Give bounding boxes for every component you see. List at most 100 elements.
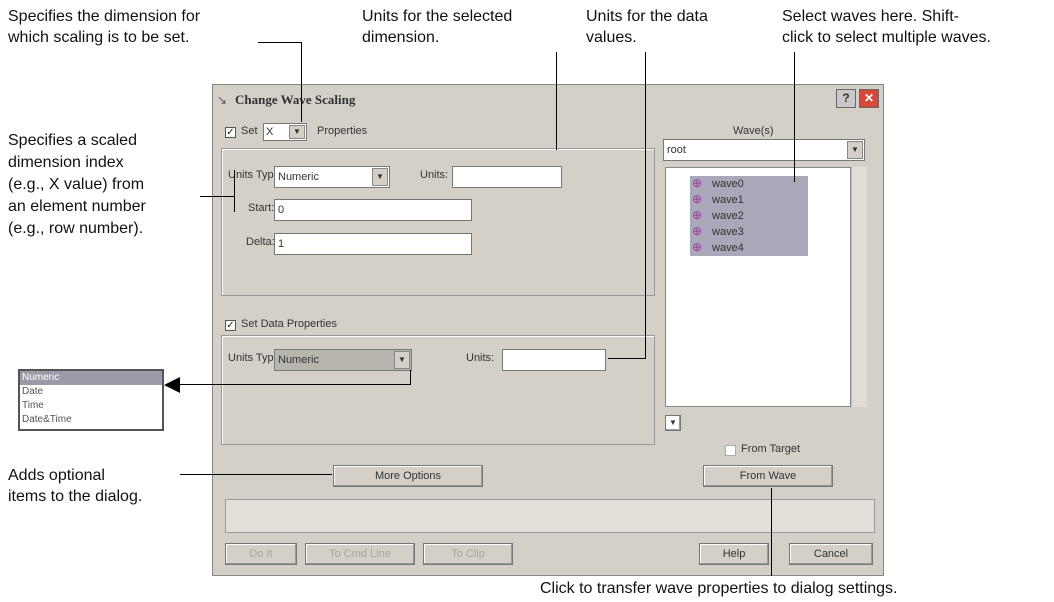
units-type-popup[interactable]: Numeric Date Time Date&Time: [18, 369, 164, 431]
data-group: Units Type: Numeric ▼ Units:: [221, 335, 655, 445]
do-it-button[interactable]: Do It: [225, 543, 297, 565]
command-line-display: [225, 499, 875, 533]
wave-name: wave2: [712, 210, 744, 222]
dimension-value: X: [266, 126, 274, 138]
dim-units-input[interactable]: [452, 166, 562, 188]
data-units-type-select[interactable]: Numeric ▼: [274, 349, 412, 371]
wave-name: wave0: [712, 178, 744, 190]
leader-line: [608, 358, 646, 359]
from-wave-button[interactable]: From Wave: [703, 465, 833, 487]
leader-line: [258, 42, 302, 43]
wave-list-scrollbar[interactable]: [851, 167, 867, 407]
chevron-down-icon[interactable]: ▼: [665, 415, 681, 431]
annotation-line: Specifies a scaled: [8, 132, 137, 149]
annotation-line: Select waves here. Shift-: [782, 8, 959, 25]
set-label: Set: [241, 125, 258, 137]
chevron-down-icon: ▼: [847, 141, 863, 159]
wave-list[interactable]: ⊕ wave0 ⊕ wave1 ⊕ wave2 ⊕ wave3 ⊕ wave4: [665, 167, 851, 407]
annotation-dimension: Specifies the dimension for which scalin…: [8, 6, 200, 48]
units-label: Units:: [420, 169, 449, 181]
annotation-line: Units for the data: [586, 8, 708, 25]
annotation-line: which scaling is to be set.: [8, 29, 190, 46]
annotation-adds-options: Adds optional items to the dialog.: [8, 465, 142, 507]
leader-line: [771, 488, 772, 576]
units-type-value: Numeric: [278, 171, 319, 183]
annotation-line: dimension index: [8, 154, 124, 171]
list-item[interactable]: ⊕ wave3: [690, 224, 808, 240]
leader-line: [556, 52, 557, 150]
app-icon: ↘: [217, 93, 228, 107]
set-dim-checkbox[interactable]: ✓: [225, 127, 236, 138]
popup-option[interactable]: Numeric: [20, 371, 162, 385]
wave-icon: ⊕: [692, 240, 703, 254]
popup-option[interactable]: Time: [20, 399, 162, 413]
to-cmd-line-button[interactable]: To Cmd Line: [305, 543, 415, 565]
close-icon[interactable]: ✕: [859, 89, 879, 108]
annotation-line: Units for the selected: [362, 8, 513, 25]
annotation-line: values.: [586, 29, 637, 46]
help-icon[interactable]: ?: [836, 89, 856, 108]
help-button[interactable]: Help: [699, 543, 769, 565]
dimension-select[interactable]: X ▼: [263, 123, 307, 141]
from-target-checkbox[interactable]: [725, 445, 736, 456]
list-item[interactable]: ⊕ wave0: [690, 176, 808, 192]
units-type-select[interactable]: Numeric ▼: [274, 166, 390, 188]
dimension-group: Units Type: Numeric ▼ Units: Start: 0 De…: [221, 148, 655, 296]
wave-icon: ⊕: [692, 208, 703, 222]
leader-line: [234, 170, 235, 212]
dialog-title: Change Wave Scaling: [235, 92, 356, 107]
leader-line: [200, 196, 234, 197]
to-clip-button[interactable]: To Clip: [423, 543, 513, 565]
list-item[interactable]: ⊕ wave2: [690, 208, 808, 224]
leader-line: [410, 370, 411, 385]
chevron-down-icon: ▼: [394, 351, 410, 369]
more-options-button[interactable]: More Options: [333, 465, 483, 487]
annotation-transfer: Click to transfer wave properties to dia…: [540, 580, 898, 597]
from-target-label: From Target: [741, 443, 801, 455]
annotation-line: click to select multiple waves.: [782, 29, 991, 46]
annotation-scaled-index: Specifies a scaled dimension index (e.g.…: [8, 130, 146, 240]
annotation-line: dimension.: [362, 29, 440, 46]
change-wave-scaling-dialog: ↘ Change Wave Scaling ? ✕ ✓ Set X ▼ Prop…: [212, 84, 884, 576]
delta-label: Delta:: [246, 236, 275, 248]
set-data-checkbox[interactable]: ✓: [225, 320, 236, 331]
chevron-down-icon: ▼: [289, 125, 305, 139]
popup-option[interactable]: Date&Time: [20, 413, 162, 427]
wave-icon: ⊕: [692, 224, 703, 238]
data-units-type-value: Numeric: [278, 354, 319, 366]
chevron-down-icon: ▼: [372, 168, 388, 186]
data-units-label: Units:: [466, 352, 495, 364]
waves-label: Wave(s): [733, 125, 774, 137]
leader-line: [301, 42, 302, 122]
start-label: Start:: [248, 202, 275, 214]
annotation-line: Specifies the dimension for: [8, 8, 201, 25]
leader-line: [794, 52, 795, 182]
annotation-line: items to the dialog.: [8, 488, 143, 505]
annotation-line: Adds optional: [8, 467, 105, 484]
annotation-line: an element number: [8, 198, 146, 215]
folder-select[interactable]: root ▼: [663, 139, 865, 161]
leader-line: [178, 384, 411, 385]
annotation-select-waves: Select waves here. Shift- click to selec…: [782, 6, 991, 48]
delta-input[interactable]: 1: [274, 233, 472, 255]
list-item[interactable]: ⊕ wave1: [690, 192, 808, 208]
data-units-input[interactable]: [502, 349, 606, 371]
wave-name: wave3: [712, 226, 744, 238]
leader-line: [645, 52, 646, 358]
leader-line: [180, 474, 332, 475]
wave-name: wave1: [712, 194, 744, 206]
annotation-line: (e.g., row number).: [8, 220, 144, 237]
folder-value: root: [667, 144, 686, 156]
properties-label: Properties: [317, 125, 368, 137]
wave-icon: ⊕: [692, 176, 703, 190]
annotation-units-dimension: Units for the selected dimension.: [362, 6, 512, 48]
popup-option[interactable]: Date: [20, 385, 162, 399]
annotation-units-data: Units for the data values.: [586, 6, 708, 48]
start-input[interactable]: 0: [274, 199, 472, 221]
title-bar[interactable]: ↘ Change Wave Scaling ? ✕: [213, 85, 883, 113]
arrow-left-icon: [164, 377, 180, 393]
list-item[interactable]: ⊕ wave4: [690, 240, 808, 256]
wave-name: wave4: [712, 242, 744, 254]
cancel-button[interactable]: Cancel: [789, 543, 873, 565]
annotation-line: (e.g., X value) from: [8, 176, 145, 193]
